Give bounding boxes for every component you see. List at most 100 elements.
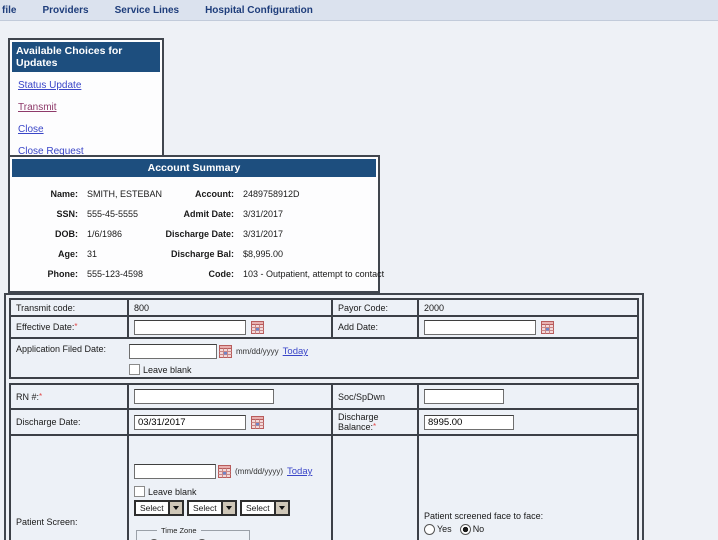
age-label: Age: <box>14 249 78 259</box>
row-rn-soc: RN #:* Soc/SpDwn <box>10 384 638 409</box>
effective-date-input[interactable] <box>134 320 246 335</box>
row-effective-add: Effective Date:* Add Date: <box>10 316 638 338</box>
transmit-code-value: 800 <box>128 299 332 316</box>
patient-screen-label: Patient Screen: <box>10 435 128 540</box>
name-label: Name: <box>14 189 78 199</box>
update-form-container: Transmit code: 800 Payor Code: 2000 Effe… <box>4 293 644 540</box>
effective-date-cell <box>128 316 332 338</box>
today-link[interactable]: Today <box>287 466 312 477</box>
leave-blank-checkbox[interactable] <box>134 486 145 497</box>
required-marker: * <box>373 422 376 431</box>
date-format-hint: mm/dd/yyyy <box>236 347 279 356</box>
link-transmit[interactable]: Transmit <box>18 102 154 113</box>
required-marker: * <box>39 392 42 401</box>
leave-blank-checkbox[interactable] <box>129 364 140 375</box>
rn-cell <box>128 384 332 409</box>
patient-screen-date-input[interactable] <box>134 464 216 479</box>
name-value: SMITH, ESTEBAN <box>78 189 138 199</box>
soc-spdwn-input[interactable] <box>424 389 504 404</box>
discharge-balance-label-cell: Discharge Balance:* <box>332 409 418 435</box>
application-filed-date-input[interactable] <box>129 344 217 359</box>
chevron-down-icon <box>221 502 235 514</box>
face-to-face-no-option[interactable]: No <box>460 524 485 535</box>
yes-label: Yes <box>437 524 452 534</box>
dob-value: 1/6/1986 <box>78 229 138 239</box>
empty-cell <box>332 435 418 540</box>
discharge-balance-input[interactable] <box>424 415 514 430</box>
select-value: Select <box>136 502 168 514</box>
available-choices-title: Available Choices for Updates <box>12 42 160 72</box>
calendar-icon[interactable] <box>218 465 231 478</box>
payor-code-value: 2000 <box>418 299 638 316</box>
payor-code-label: Payor Code: <box>332 299 418 316</box>
calendar-icon[interactable] <box>251 416 264 429</box>
screen-select-2[interactable]: Select <box>187 500 237 516</box>
account-row-name: Name: SMITH, ESTEBAN Account: 2489758912… <box>14 184 374 204</box>
row-transmit-payor: Transmit code: 800 Payor Code: 2000 <box>10 299 638 316</box>
rn-label: RN #: <box>16 392 39 402</box>
leave-blank-label: Leave blank <box>143 365 192 375</box>
rn-input[interactable] <box>134 389 274 404</box>
chevron-down-icon <box>168 502 182 514</box>
no-radio[interactable] <box>460 524 471 535</box>
row-patient-screen: Patient Screen: (mm/dd/yyyy) Today Leave… <box>10 435 638 540</box>
face-to-face-label: Patient screened face to face: <box>424 509 632 521</box>
effective-date-label-cell: Effective Date:* <box>10 316 128 338</box>
today-link[interactable]: Today <box>283 346 308 357</box>
select-value: Select <box>189 502 221 514</box>
form-discharge-date-label: Discharge Date: <box>10 409 128 435</box>
time-zone-fieldset: Time Zone CST EST <box>136 526 250 540</box>
discharge-bal-label: Discharge Bal: <box>138 249 234 259</box>
account-row-phone: Phone: 555-123-4598 Code: 103 - Outpatie… <box>14 264 374 284</box>
transmit-code-label: Transmit code: <box>10 299 128 316</box>
soc-spdwn-label: Soc/SpDwn <box>332 384 418 409</box>
effective-date-label: Effective Date: <box>16 322 74 332</box>
account-summary-title: Account Summary <box>12 159 376 177</box>
application-filed-date-controls: mm/dd/yyyy Today Leave blank <box>129 344 308 375</box>
admit-date-value: 3/31/2017 <box>234 209 374 219</box>
nav-item-hospital-configuration[interactable]: Hospital Configuration <box>205 5 313 16</box>
account-summary-panel: Account Summary Name: SMITH, ESTEBAN Acc… <box>8 155 380 293</box>
form-table-bottom: RN #:* Soc/SpDwn Discharge Date: Dischar… <box>9 383 639 540</box>
link-status-update[interactable]: Status Update <box>18 80 154 91</box>
ssn-value: 555-45-5555 <box>78 209 138 219</box>
discharge-date-input[interactable] <box>134 415 246 430</box>
soc-spdwn-cell <box>418 384 638 409</box>
time-zone-legend: Time Zone <box>157 526 201 535</box>
nav-item-providers[interactable]: Providers <box>42 5 88 16</box>
yes-radio[interactable] <box>424 524 435 535</box>
phone-value: 555-123-4598 <box>78 269 138 279</box>
nav-item-service-lines[interactable]: Service Lines <box>115 5 179 16</box>
screen-select-1[interactable]: Select <box>134 500 184 516</box>
required-marker: * <box>74 322 77 331</box>
account-row-dob: DOB: 1/6/1986 Discharge Date: 3/31/2017 <box>14 224 374 244</box>
calendar-icon[interactable] <box>541 321 554 334</box>
add-date-label: Add Date: <box>332 316 418 338</box>
add-date-cell <box>418 316 638 338</box>
top-nav: file Providers Service Lines Hospital Co… <box>0 0 718 21</box>
ssn-label: SSN: <box>14 209 78 219</box>
account-label: Account: <box>138 189 234 199</box>
code-value: 103 - Outpatient, attempt to contact <box>234 269 384 279</box>
dob-label: DOB: <box>14 229 78 239</box>
select-value: Select <box>242 502 274 514</box>
calendar-icon[interactable] <box>219 345 232 358</box>
nav-item-file[interactable]: file <box>2 5 16 16</box>
application-filed-cell: Application Filed Date: mm/dd/yyyy Today… <box>10 338 638 378</box>
age-value: 31 <box>78 249 138 259</box>
screen-select-3[interactable]: Select <box>240 500 290 516</box>
add-date-input[interactable] <box>424 320 536 335</box>
row-application-filed: Application Filed Date: mm/dd/yyyy Today… <box>10 338 638 378</box>
application-filed-date-label: Application Filed Date: <box>16 344 129 354</box>
admit-date-label: Admit Date: <box>138 209 234 219</box>
app-screen: file Providers Service Lines Hospital Co… <box>0 0 718 540</box>
link-close[interactable]: Close <box>18 124 154 135</box>
phone-label: Phone: <box>14 269 78 279</box>
discharge-date-label: Discharge Date: <box>138 229 234 239</box>
rn-label-cell: RN #:* <box>10 384 128 409</box>
leave-blank-label: Leave blank <box>148 487 197 497</box>
calendar-icon[interactable] <box>251 321 264 334</box>
form-table-top: Transmit code: 800 Payor Code: 2000 Effe… <box>9 298 639 379</box>
account-row-ssn: SSN: 555-45-5555 Admit Date: 3/31/2017 <box>14 204 374 224</box>
face-to-face-yes-option[interactable]: Yes <box>424 524 452 535</box>
